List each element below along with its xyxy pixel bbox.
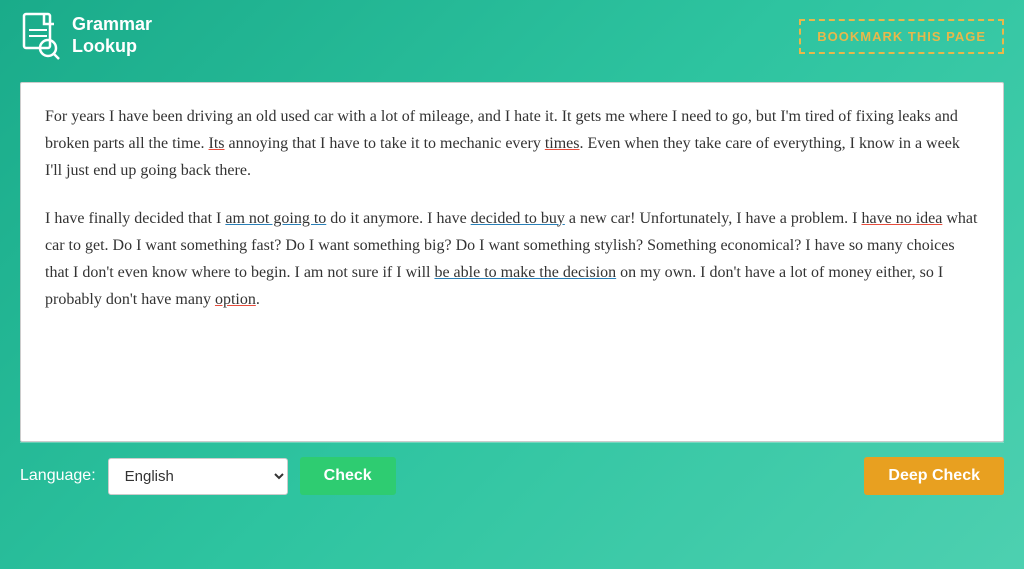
main-content: For years I have been driving an old use… xyxy=(20,82,1004,442)
deep-check-button[interactable]: Deep Check xyxy=(864,457,1004,495)
error-its: Its xyxy=(209,135,225,152)
paragraph-2: I have finally decided that I am not goi… xyxy=(45,205,979,314)
language-select[interactable]: English French German Spanish Portuguese xyxy=(108,458,288,495)
check-button[interactable]: Check xyxy=(300,457,396,495)
paragraph-1: For years I have been driving an old use… xyxy=(45,103,979,185)
error-option: option xyxy=(215,291,256,308)
phrase-be-able-to-make: be able to make the decision xyxy=(434,264,616,281)
phrase-decided-to-buy: decided to buy xyxy=(471,210,565,227)
bookmark-button[interactable]: BOOKMARK THIS PAGE xyxy=(799,19,1004,54)
logo-text: Grammar Lookup xyxy=(72,14,152,57)
error-have-no-idea: have no idea xyxy=(861,210,942,227)
text-editor[interactable]: For years I have been driving an old use… xyxy=(20,82,1004,442)
logo-icon xyxy=(20,12,62,60)
error-times: times xyxy=(545,135,580,152)
language-label: Language: xyxy=(20,467,96,485)
phrase-am-not-going-to: am not going to xyxy=(225,210,326,227)
header: Grammar Lookup BOOKMARK THIS PAGE xyxy=(0,0,1024,72)
logo-area: Grammar Lookup xyxy=(20,12,152,60)
controls-bar: Language: English French German Spanish … xyxy=(0,443,1024,509)
